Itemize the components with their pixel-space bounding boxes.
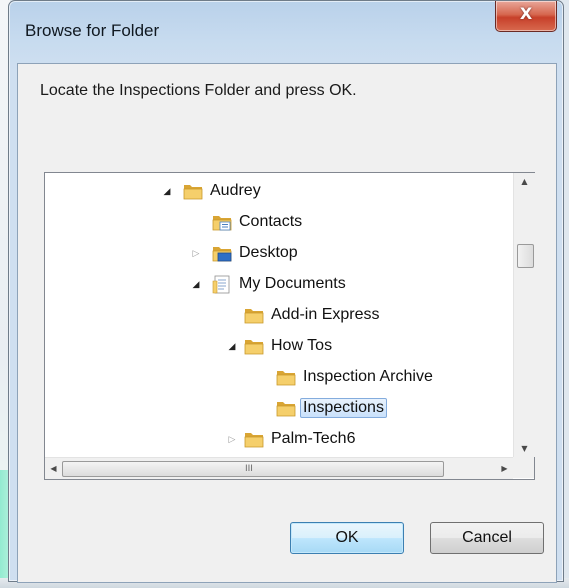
close-button[interactable]: X [495,1,557,32]
tree-node[interactable]: ▷ Desktop [45,241,513,267]
folder-icon [275,366,297,388]
folder-icon [243,335,265,357]
vertical-scrollbar[interactable]: ▲ ▼ [513,173,535,457]
tree-node[interactable]: Inspections [45,396,513,422]
window-title: Browse for Folder [25,21,160,40]
tree-node-label: How Tos [271,337,333,354]
tree-node[interactable]: Inspection Archive [45,365,513,391]
title-bar[interactable]: Browse for Folder X [9,1,563,63]
tree-node[interactable]: Contacts [45,210,513,236]
collapsed-arrow-icon[interactable]: ▷ [227,435,237,445]
tree-node[interactable]: ◢ Audrey [45,179,513,205]
tree-node[interactable]: ◢ My Documents [45,272,513,298]
scroll-down-arrow-icon[interactable]: ▼ [514,440,535,457]
tree-node[interactable]: Add-in Express [45,303,513,329]
close-icon: X [519,4,533,23]
tree-node-label: Inspections [300,398,387,418]
dialog-client-area: Locate the Inspections Folder and press … [17,63,557,583]
scrollbar-corner [513,457,534,478]
scroll-up-arrow-icon[interactable]: ▲ [514,173,535,190]
folder-tree[interactable]: ◢ Audrey Contacts ▷ Desktop ◢ My Documents Add-… [44,172,535,480]
tree-node-label: Desktop [239,244,298,261]
folder-icon [243,304,265,326]
collapsed-arrow-icon[interactable]: ▷ [191,249,201,259]
browse-for-folder-dialog: Browse for Folder X Locate the Inspectio… [8,0,564,583]
tree-node-label: Add-in Express [271,306,380,323]
cancel-button[interactable]: Cancel [430,522,544,554]
tree-node-label: My Documents [239,275,346,292]
documents-folder-icon [211,273,233,295]
tree-node-label: Palm-Tech6 [271,430,356,447]
tree-node-label: Contacts [239,213,303,230]
scroll-grip: III [245,464,253,474]
scroll-right-arrow-icon[interactable]: ▶ [496,458,513,479]
expanded-arrow-icon[interactable]: ◢ [162,187,172,197]
tree-node[interactable]: ▷ Palm-Tech6 [45,427,513,453]
folder-tree-viewport: ◢ Audrey Contacts ▷ Desktop ◢ My Documents Add-… [45,173,513,457]
tree-node-label: Audrey [210,182,261,199]
horizontal-scroll-thumb[interactable]: III [62,461,444,477]
folder-icon [275,397,297,419]
horizontal-scrollbar[interactable]: ◀ III ▶ [45,457,513,479]
folder-icon [243,428,265,450]
scroll-left-arrow-icon[interactable]: ◀ [45,458,62,479]
instruction-text: Locate the Inspections Folder and press … [40,82,357,99]
ok-button[interactable]: OK [290,522,404,554]
desktop-folder-icon [211,242,233,264]
folder-icon [182,180,204,202]
expanded-arrow-icon[interactable]: ◢ [191,280,201,290]
tree-node[interactable]: ◢ How Tos [45,334,513,360]
expanded-arrow-icon[interactable]: ◢ [227,342,237,352]
vertical-scroll-thumb[interactable] [517,244,534,268]
tree-node-label: Inspection Archive [303,368,433,385]
contacts-folder-icon [211,211,233,233]
